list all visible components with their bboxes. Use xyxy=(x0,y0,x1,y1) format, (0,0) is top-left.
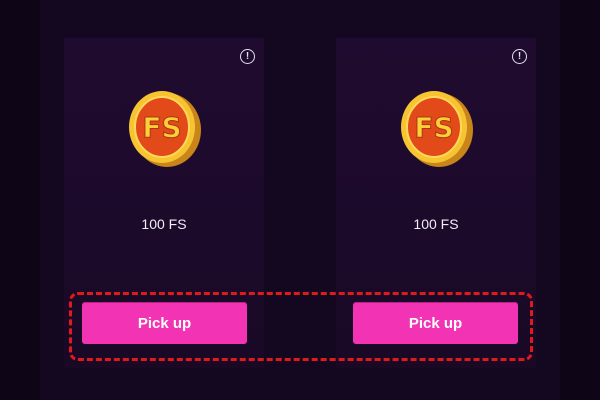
info-icon[interactable]: ! xyxy=(512,49,527,64)
info-icon[interactable]: ! xyxy=(240,49,255,64)
coin-text: FS xyxy=(142,111,181,144)
pick-up-button-1[interactable]: Pick up xyxy=(82,302,247,344)
coin-text: FS xyxy=(414,111,453,144)
fs-coin-icon: FS xyxy=(401,91,473,167)
pick-up-button-2[interactable]: Pick up xyxy=(353,302,518,344)
reward-amount: 100 FS xyxy=(413,216,459,232)
reward-amount: 100 FS xyxy=(141,216,187,232)
fs-coin-icon: FS xyxy=(129,91,201,167)
